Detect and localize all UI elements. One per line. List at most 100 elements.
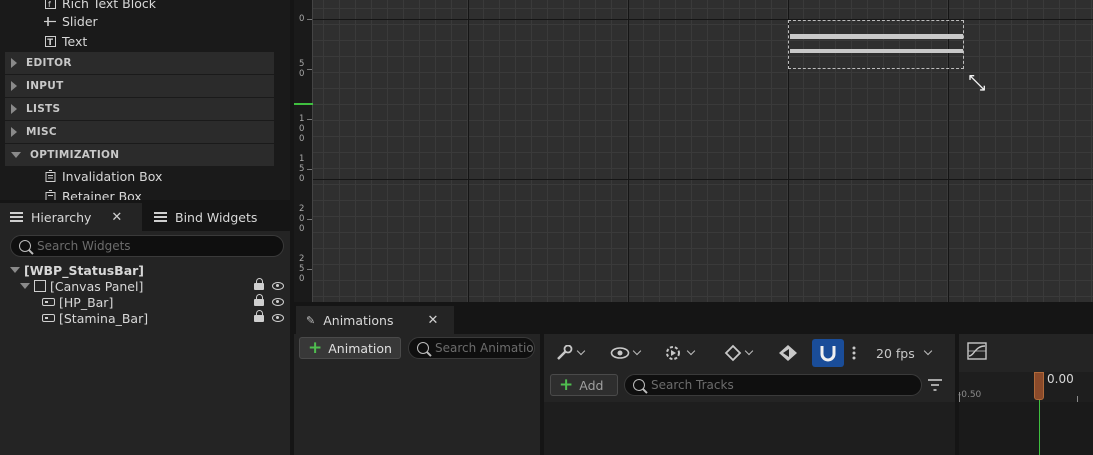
svg-text:f: f	[48, 0, 51, 9]
close-icon[interactable]: ✕	[111, 210, 122, 225]
lock-icon[interactable]	[254, 293, 264, 307]
row-tools	[254, 309, 284, 323]
close-icon[interactable]: ✕	[427, 313, 438, 328]
timeline-area[interactable]: -0.50 0.00	[958, 372, 1093, 455]
visibility-eye-icon[interactable]	[272, 298, 284, 306]
playhead-line	[1039, 400, 1040, 455]
search-tracks-field[interactable]	[624, 374, 922, 396]
hp-bar-preview[interactable]	[790, 34, 963, 39]
progress-bar-icon	[42, 314, 55, 322]
vertical-ruler: 0 5 0 1 0 0 1 5 0 2 0 0 2 5 0	[294, 0, 313, 302]
add-track-button[interactable]: + Add	[550, 374, 618, 396]
tree-item-stamina-bar[interactable]: [Stamina_Bar]	[0, 309, 290, 326]
category-label: INPUT	[26, 80, 64, 92]
playback-options-dropdown[interactable]	[664, 342, 696, 364]
search-animations-input[interactable]	[435, 341, 534, 355]
ruler-label: 1 5 0	[299, 154, 305, 184]
chevron-down-icon	[576, 346, 586, 356]
fps-dropdown[interactable]: 20 fps	[876, 342, 932, 364]
tree-item-label: [WBP_StatusBar]	[24, 262, 145, 278]
palette-item-retainer-box[interactable]: Retainer Box	[44, 186, 142, 200]
ruler-tick	[307, 69, 312, 70]
tree-item-label: [HP_Bar]	[59, 294, 114, 310]
hierarchy-tab-bar: Hierarchy ✕ Bind Widgets	[0, 203, 290, 231]
palette-category-optimization[interactable]: OPTIMIZATION	[5, 144, 274, 166]
visibility-eye-icon[interactable]	[272, 314, 284, 322]
tree-item-label: [Stamina_Bar]	[59, 310, 149, 326]
keyframe-options-dropdown[interactable]	[724, 342, 754, 364]
snap-toggle-button[interactable]	[812, 339, 844, 367]
tab-bind-widgets[interactable]: Bind Widgets	[144, 203, 290, 231]
palette-item-text[interactable]: T Text	[44, 31, 87, 51]
row-tools	[254, 293, 284, 307]
grid-major-line	[468, 0, 469, 302]
chevron-down-icon	[923, 346, 932, 356]
search-animations-field[interactable]	[408, 337, 535, 359]
track-list[interactable]	[544, 402, 955, 455]
view-options-dropdown[interactable]	[610, 342, 642, 364]
grid-major-line	[313, 19, 1093, 20]
lock-icon[interactable]	[254, 309, 264, 323]
category-label: LISTS	[26, 103, 61, 115]
tree-item-canvas-panel[interactable]: [Canvas Panel]	[0, 277, 290, 294]
tab-hierarchy[interactable]: Hierarchy ✕	[0, 203, 142, 231]
grid-major-line	[313, 179, 1093, 180]
filter-icon	[928, 379, 942, 391]
curve-editor-button[interactable]	[967, 342, 987, 363]
svg-text:T: T	[47, 38, 53, 47]
stamina-bar-preview[interactable]	[790, 49, 963, 53]
tools-dropdown[interactable]	[556, 342, 586, 364]
auto-key-button[interactable]	[778, 342, 798, 364]
collapse-arrow-icon	[11, 152, 21, 158]
ruler-label: 5 0	[299, 59, 305, 79]
palette-category-lists[interactable]: LISTS	[5, 98, 274, 120]
tree-item-wbp-statusbar[interactable]: [WBP_StatusBar]	[0, 262, 290, 278]
ruler-tick	[307, 169, 312, 170]
designer-canvas[interactable]	[294, 0, 1093, 302]
search-tracks-input[interactable]	[651, 378, 921, 392]
auto-key-icon	[779, 345, 797, 361]
palette-item-slider[interactable]: Slider	[44, 11, 98, 31]
text-icon: T	[44, 35, 56, 47]
palette-category-editor[interactable]: EDITOR	[5, 52, 274, 74]
keyframe-diamond-icon	[724, 344, 742, 362]
chevron-down-icon	[632, 346, 642, 356]
retainer-box-icon	[44, 190, 56, 200]
palette-panel: f Rich Text Block Slider T Text EDITOR I…	[0, 0, 290, 200]
timeline-tick	[1077, 396, 1078, 402]
sequencer-toolbar: 20 fps	[544, 334, 955, 372]
search-widgets-field[interactable]	[10, 235, 284, 257]
lock-icon[interactable]	[254, 277, 264, 291]
ruler-tick	[307, 119, 312, 120]
search-widgets-input[interactable]	[37, 239, 283, 253]
palette-category-misc[interactable]: MISC	[5, 121, 274, 143]
chevron-down-icon	[686, 346, 696, 356]
palette-item-invalidation-box[interactable]: Invalidation Box	[44, 166, 162, 186]
add-animation-button[interactable]: + Animation	[299, 337, 401, 359]
tree-item-hp-bar[interactable]: [HP_Bar]	[0, 293, 290, 310]
invalidation-box-icon	[44, 170, 56, 182]
tab-animations[interactable]: ✎ Animations ✕	[296, 306, 454, 334]
collapse-arrow-icon[interactable]	[10, 267, 20, 273]
expand-arrow-icon	[11, 81, 17, 91]
timeline-tick	[959, 392, 960, 402]
visibility-eye-icon[interactable]	[272, 282, 284, 290]
ruler-label: 2 5 0	[299, 254, 305, 284]
ruler-tick	[307, 219, 312, 220]
current-time-label: 0.00	[1047, 372, 1074, 386]
filter-button[interactable]	[928, 379, 942, 394]
collapse-arrow-icon[interactable]	[20, 283, 30, 289]
category-label: MISC	[26, 126, 57, 138]
tab-label: Bind Widgets	[175, 209, 258, 225]
palette-item-label: Invalidation Box	[62, 168, 163, 184]
snap-options-menu[interactable]	[852, 342, 856, 364]
ruler-label: 0	[299, 14, 305, 24]
selected-widget-bounds[interactable]	[788, 20, 964, 69]
playhead-handle[interactable]	[1034, 372, 1044, 400]
expand-arrow-icon	[11, 127, 17, 137]
hierarchy-list-icon	[10, 212, 23, 222]
bind-widgets-list-icon	[154, 212, 167, 222]
palette-item-label: Rich Text Block	[62, 0, 156, 11]
ruler-tick	[307, 19, 312, 20]
palette-category-input[interactable]: INPUT	[5, 75, 274, 97]
